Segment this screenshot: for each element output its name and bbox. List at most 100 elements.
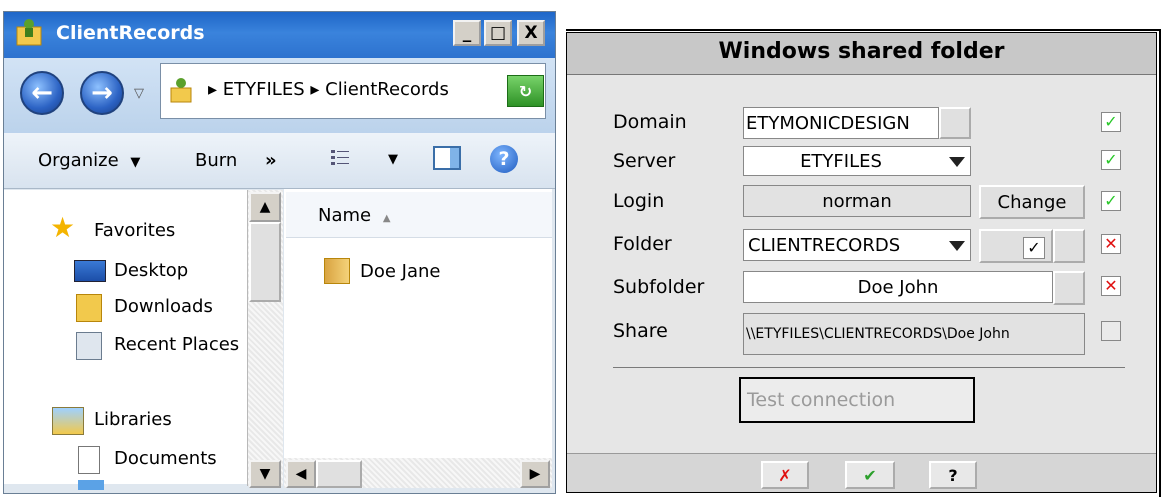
subfolder-value: Doe John	[857, 276, 939, 298]
share-label: Share	[613, 320, 668, 342]
name-column-header[interactable]: Name ▲	[318, 205, 391, 226]
share-value: \\ETYFILES\CLIENTRECORDS\Doe John	[746, 326, 1010, 342]
subfolder-label: Subfolder	[613, 276, 705, 298]
forward-arrow-icon: →	[91, 78, 113, 108]
share-status-box	[1101, 321, 1121, 341]
nav-recent-label: Recent Places	[114, 334, 240, 355]
server-value: ETYFILES	[800, 150, 882, 172]
login-label: Login	[613, 190, 665, 212]
folder-enable-toggle[interactable]: ✓	[979, 229, 1053, 263]
scroll-right-button[interactable]: ▶	[520, 460, 550, 488]
folder-enable-checkbox[interactable]: ✓	[1023, 237, 1045, 259]
forward-button[interactable]: →	[80, 71, 124, 115]
left-arrow-icon: ◀	[295, 466, 307, 482]
view-dropdown-icon[interactable]: ▼	[388, 152, 398, 167]
nav-desktop[interactable]: Desktop	[74, 256, 254, 290]
breadcrumb-separator-icon: ▸	[208, 79, 218, 100]
help-button[interactable]: ?	[929, 461, 977, 489]
minimize-button[interactable]: _	[453, 20, 481, 46]
close-button[interactable]: X	[517, 20, 545, 46]
cancel-button[interactable]: ✗	[761, 461, 809, 489]
name-column-label: Name	[318, 205, 372, 226]
server-select[interactable]: ETYFILES	[743, 146, 971, 176]
share-path-field: \\ETYFILES\CLIENTRECORDS\Doe John	[743, 313, 1085, 355]
organize-button[interactable]: Organize ▼	[38, 150, 140, 171]
help-icon[interactable]: ?	[490, 145, 518, 173]
subfolder-browse-button[interactable]	[1053, 271, 1085, 305]
ok-button[interactable]: ✔	[845, 461, 895, 489]
maximize-button[interactable]: □	[484, 20, 512, 46]
up-arrow-icon: ▲	[259, 199, 271, 215]
folder-icon	[324, 258, 350, 284]
window-title: ClientRecords	[56, 22, 205, 44]
server-label: Server	[613, 150, 676, 172]
recent-places-icon	[76, 332, 102, 360]
burn-button[interactable]: Burn	[195, 150, 237, 171]
folder-dropdown-icon[interactable]	[949, 241, 965, 251]
nav-favorites[interactable]: ★ Favorites	[50, 214, 250, 248]
domain-browse-button[interactable]	[939, 107, 971, 139]
dialog-header: Windows shared folder	[567, 33, 1156, 75]
downloads-folder-icon	[76, 294, 102, 322]
nav-desktop-label: Desktop	[114, 260, 189, 281]
domain-status-check-icon: ✓	[1101, 112, 1121, 132]
back-button[interactable]: ←	[20, 71, 64, 115]
libraries-icon	[52, 407, 84, 435]
scroll-up-button[interactable]: ▲	[249, 192, 281, 222]
organize-label: Organize	[38, 150, 119, 171]
scroll-thumb[interactable]	[249, 222, 281, 302]
change-login-button[interactable]: Change	[979, 185, 1085, 219]
chevron-down-icon: ▼	[130, 155, 141, 170]
nav-libraries[interactable]: Libraries	[52, 405, 252, 439]
nav-downloads[interactable]: Downloads	[74, 292, 254, 326]
nav-documents[interactable]: Documents	[74, 444, 254, 478]
file-list-item[interactable]: Doe Jane	[324, 256, 504, 288]
subfolder-status-error-icon: ✕	[1101, 276, 1121, 296]
location-folder-icon	[170, 76, 192, 104]
more-commands-button[interactable]: »	[265, 150, 277, 171]
nav-recent-places[interactable]: Recent Places	[74, 330, 254, 364]
server-status-check-icon: ✓	[1101, 150, 1121, 170]
folder-user-icon	[16, 17, 42, 47]
domain-value: ETYMONICDESIGN	[746, 112, 910, 134]
server-dropdown-icon[interactable]	[949, 157, 965, 167]
scroll-left-button[interactable]: ◀	[286, 460, 316, 488]
star-icon: ★	[50, 211, 76, 244]
down-arrow-icon: ▼	[259, 466, 271, 482]
breadcrumb-separator-icon: ▸	[310, 79, 320, 100]
nav-downloads-label: Downloads	[114, 296, 213, 317]
login-value: norman	[822, 190, 892, 212]
login-status-check-icon: ✓	[1101, 191, 1121, 211]
music-icon	[78, 480, 104, 490]
history-dropdown-icon[interactable]: ▽	[134, 86, 144, 101]
refresh-icon: ↻	[518, 81, 533, 101]
sort-ascending-icon: ▲	[382, 213, 391, 224]
folder-select[interactable]: CLIENTRECORDS	[743, 229, 971, 261]
breadcrumb-folder[interactable]: ClientRecords	[325, 79, 449, 100]
preview-pane-icon[interactable]	[433, 146, 461, 170]
folder-label: Folder	[613, 233, 672, 255]
divider	[566, 29, 1161, 31]
breadcrumb[interactable]: ▸ ETYFILES ▸ ClientRecords	[208, 79, 449, 100]
domain-label: Domain	[613, 111, 687, 133]
login-field: norman	[743, 185, 971, 217]
scroll-down-button[interactable]: ▼	[249, 460, 281, 488]
breadcrumb-root[interactable]: ETYFILES	[223, 79, 305, 100]
divider	[613, 367, 1125, 368]
documents-icon	[78, 446, 100, 474]
domain-field[interactable]: ETYMONICDESIGN	[743, 107, 939, 139]
refresh-button[interactable]: ↻	[507, 75, 544, 107]
right-arrow-icon: ▶	[529, 466, 541, 482]
folder-status-error-icon: ✕	[1101, 234, 1121, 254]
test-connection-button[interactable]: Test connection	[739, 377, 975, 423]
view-list-icon[interactable]	[330, 148, 350, 168]
folder-browse-button[interactable]	[1053, 229, 1085, 263]
shared-folder-dialog: Windows shared folder Domain ETYMONICDES…	[566, 32, 1157, 493]
dialog-title: Windows shared folder	[718, 39, 1005, 64]
desktop-icon	[74, 260, 106, 282]
back-arrow-icon: ←	[31, 78, 53, 108]
subfolder-field[interactable]: Doe John	[743, 271, 1053, 303]
nav-libraries-label: Libraries	[94, 409, 172, 430]
nav-favorites-label: Favorites	[94, 220, 176, 241]
horizontal-scroll-thumb[interactable]	[316, 460, 362, 488]
